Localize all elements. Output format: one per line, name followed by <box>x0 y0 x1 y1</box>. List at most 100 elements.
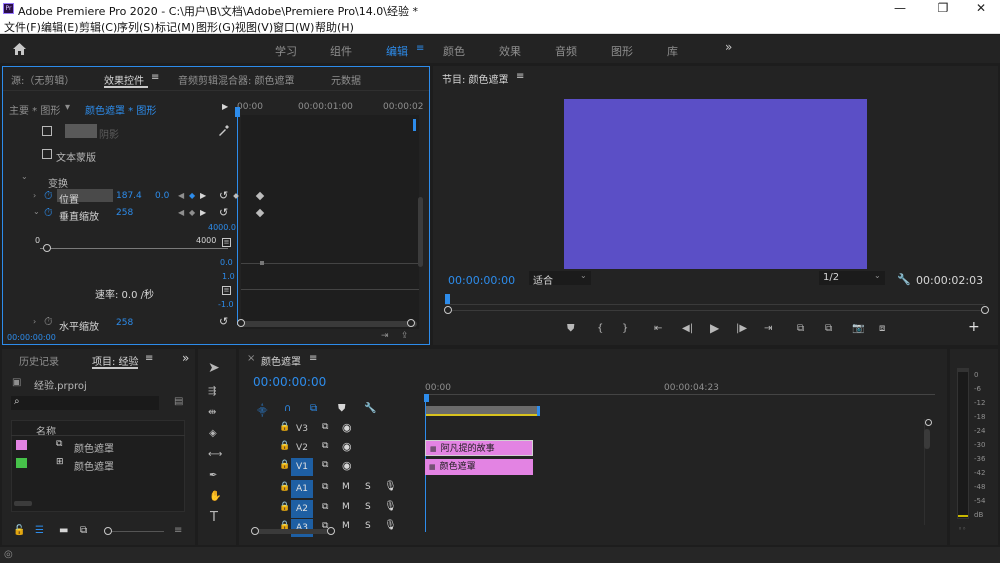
timeline-clip[interactable]: ▦ 阿凡提的故事 <box>425 440 533 456</box>
project-item-name[interactable]: 颜色遮罩 <box>74 440 114 455</box>
snap-icon[interactable]: ∩ <box>284 403 291 414</box>
play-icon[interactable]: ▶ <box>710 322 719 334</box>
project-menu-icon[interactable]: ≡ <box>145 353 153 364</box>
home-icon[interactable] <box>12 42 27 56</box>
track-mute-button[interactable]: M <box>342 502 350 512</box>
close-button[interactable]: ✕ <box>966 1 996 17</box>
track-sync-icon[interactable]: ⧉ <box>322 482 328 492</box>
vscale-slider-track[interactable] <box>40 248 228 249</box>
track-mic-icon[interactable]: 🎙 <box>384 501 397 512</box>
ec-filter-icon[interactable]: ⇥ <box>381 331 389 341</box>
shadow-color-swatch[interactable] <box>65 124 97 138</box>
track-solo-button[interactable]: S <box>365 521 371 531</box>
track-mic-icon[interactable]: 🎙 <box>384 520 397 531</box>
step-forward-icon[interactable]: |▶ <box>736 323 747 335</box>
menu-edit[interactable]: 编辑(E) <box>41 19 79 35</box>
ec-horizontal-scrollbar[interactable] <box>239 321 417 327</box>
workspace-libraries[interactable]: 库 <box>667 43 678 59</box>
new-search-bin-icon[interactable]: ▤ <box>174 396 183 407</box>
project-search-input[interactable] <box>11 396 159 410</box>
meter-solo-buttons[interactable]: ◦◦ <box>958 525 966 533</box>
play-only-icon[interactable]: ▶ <box>222 102 228 111</box>
program-video-frame[interactable] <box>564 99 867 269</box>
vscale-slider-thumb[interactable] <box>43 244 51 252</box>
track-target-a2[interactable]: A2 <box>291 500 313 518</box>
graph-value-icon[interactable]: ≡ <box>222 238 231 247</box>
vscale-next-keyframe-icon[interactable]: ▶ <box>200 208 206 217</box>
step-back-icon[interactable]: ◀| <box>682 323 693 335</box>
track-lock-icon[interactable]: 🔒 <box>279 460 290 470</box>
vscale-add-keyframe-icon[interactable]: ◆ <box>189 208 195 217</box>
track-lock-icon[interactable]: 🔒 <box>279 502 290 512</box>
track-lock-icon[interactable]: 🔒 <box>279 482 290 492</box>
program-zoom-bar[interactable] <box>445 310 985 311</box>
menu-marker[interactable]: 标记(M) <box>155 19 195 35</box>
add-marker-icon[interactable]: ⛊ <box>338 403 346 414</box>
workspace-assembly[interactable]: 组件 <box>330 43 352 59</box>
program-monitor-title[interactable]: 节目: 颜色遮罩 <box>442 71 509 86</box>
master-clip-label[interactable]: 主要 * 图形 <box>9 102 60 117</box>
vscale-reset-icon[interactable]: ↺ <box>219 206 228 219</box>
track-sync-icon[interactable]: ⧉ <box>322 422 328 432</box>
project-hscroll[interactable] <box>14 501 32 506</box>
sequence-clip-label[interactable]: 颜色遮罩 * 图形 <box>85 102 156 117</box>
track-solo-button[interactable]: S <box>365 502 371 512</box>
ec-export-icon[interactable]: ⇪ <box>401 331 409 341</box>
track-mute-button[interactable]: M <box>342 482 350 492</box>
hscale-value[interactable]: 258 <box>116 318 133 328</box>
sort-icon[interactable]: ≡ <box>174 525 182 536</box>
icon-view-icon[interactable]: ▬ <box>59 525 68 536</box>
overwrite-icon[interactable]: ⧉ <box>825 323 832 335</box>
tab-audio-clip-mixer[interactable]: 音频剪辑混合器: 颜色遮罩 <box>178 72 295 87</box>
comparison-view-icon[interactable]: ⧈ <box>879 323 885 335</box>
rate-graph-icon[interactable]: ≡ <box>222 286 231 295</box>
workspace-graphics[interactable]: 图形 <box>611 43 633 59</box>
timeline-playhead-handle[interactable] <box>424 394 429 402</box>
wrench-icon[interactable]: 🔧 <box>897 273 911 286</box>
track-mute-button[interactable]: M <box>342 521 350 531</box>
nest-icon[interactable]: ⸎ <box>257 403 267 417</box>
zoom-slider[interactable] <box>106 531 164 532</box>
menu-clip[interactable]: 剪辑(C) <box>79 19 117 35</box>
track-target-v2[interactable]: V2 <box>291 439 313 457</box>
workspace-menu-icon[interactable]: ≡ <box>416 43 424 54</box>
track-target-a1[interactable]: A1 <box>291 480 313 498</box>
track-lock-icon[interactable]: 🔒 <box>279 441 290 451</box>
timeline-vscroll-thumb[interactable] <box>925 419 932 426</box>
timeline-settings-icon[interactable]: 🔧 <box>364 403 376 414</box>
program-timecode[interactable]: 00:00:00:00 <box>448 274 515 287</box>
pen-tool-icon[interactable]: ✒ <box>209 470 217 482</box>
workspace-audio[interactable]: 音频 <box>555 43 577 59</box>
hand-tool-icon[interactable]: ✋ <box>209 491 221 503</box>
tab-menu-icon[interactable]: ≡ <box>151 72 159 83</box>
track-sync-icon[interactable]: ⧉ <box>322 441 328 451</box>
track-target-a3[interactable]: A3 <box>291 519 313 537</box>
menu-file[interactable]: 文件(F) <box>4 19 41 35</box>
track-eye-icon[interactable]: ◉ <box>342 421 352 434</box>
track-select-tool-icon[interactable]: ⇶ <box>208 386 216 398</box>
mark-in-icon[interactable]: { <box>597 323 603 335</box>
fit-dropdown[interactable]: 适合 ⌄ <box>529 271 591 287</box>
hscale-expand-icon[interactable]: › <box>33 317 36 326</box>
timeline-sequence-tab[interactable]: 颜色遮罩 <box>261 353 301 368</box>
project-overflow-icon[interactable]: » <box>182 351 189 365</box>
track-lock-icon[interactable]: 🔒 <box>279 422 290 432</box>
zoom-slider-thumb[interactable] <box>104 527 112 535</box>
timeline-clip[interactable]: ▦ 颜色遮罩 <box>425 459 533 475</box>
timeline-hscroll[interactable] <box>253 529 331 534</box>
position-stopwatch-icon[interactable]: ⏱ <box>44 189 53 203</box>
position-prev-keyframe-icon[interactable]: ◀ <box>178 191 184 200</box>
position-expand-icon[interactable]: › <box>33 191 36 200</box>
tab-source[interactable]: 源:（无剪辑） <box>11 72 74 87</box>
position-add-keyframe-icon[interactable]: ◆ <box>189 191 195 200</box>
list-view-icon[interactable]: ☰ <box>35 525 44 536</box>
timeline-timecode[interactable]: 00:00:00:00 <box>253 375 326 389</box>
ripple-edit-tool-icon[interactable]: ⇹ <box>208 407 216 419</box>
mark-out-icon[interactable]: } <box>622 323 628 335</box>
resolution-dropdown[interactable]: 1/2 ⌄ <box>819 271 885 285</box>
tab-project[interactable]: 项目: 经验 <box>92 353 139 368</box>
workspace-editing[interactable]: 编辑 <box>386 43 408 59</box>
timeline-vscroll[interactable] <box>924 429 930 449</box>
workspace-effects[interactable]: 效果 <box>499 43 521 59</box>
selection-tool-icon[interactable]: ➤ <box>208 361 220 375</box>
